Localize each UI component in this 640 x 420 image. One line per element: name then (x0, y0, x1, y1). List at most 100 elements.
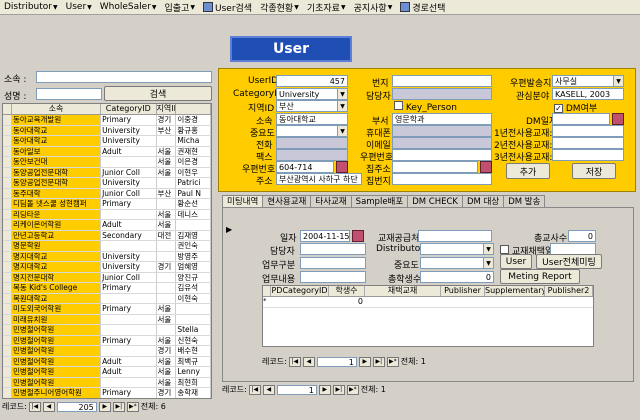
y1-field[interactable] (552, 125, 624, 137)
table-cell[interactable]: 민병철어학원 (11, 367, 102, 377)
subgrid-new-row[interactable]: * 0 (263, 297, 593, 308)
keyperson-checkbox[interactable] (394, 101, 403, 110)
menu-user[interactable]: User ▼ (62, 0, 96, 15)
table-cell[interactable]: 동아대학교 (11, 136, 102, 146)
table-cell[interactable]: 민병철주니어영어학원 (11, 388, 102, 398)
new-record-button[interactable]: ▶* (126, 401, 139, 412)
table-cell[interactable]: 민병철어학원 (11, 377, 102, 387)
zip-lookup-icon[interactable] (336, 161, 348, 173)
col-students[interactable]: 학생수 (329, 286, 365, 296)
table-cell[interactable]: 서울 (157, 220, 177, 230)
table-cell[interactable]: 민병철어학원 (11, 335, 102, 345)
table-row[interactable]: 목원대학교 이현숙 (3, 293, 211, 304)
table-cell[interactable]: 서울 (157, 367, 177, 377)
y2-field[interactable] (552, 137, 624, 149)
chevron-down-icon[interactable]: ▼ (337, 101, 347, 111)
table-cell[interactable]: 방영주 (176, 251, 211, 261)
table-cell[interactable] (101, 209, 157, 219)
sub-prev-button[interactable]: ◀ (302, 356, 315, 367)
table-cell[interactable]: Stella (176, 325, 211, 335)
table-cell[interactable]: 민병철어학원 (11, 346, 102, 356)
save-button[interactable]: 저장 (572, 163, 616, 179)
table-cell[interactable]: Adult (101, 367, 157, 377)
table-row[interactable]: 동주대학 Junior Coll 부산 Paul N (3, 188, 211, 199)
table-cell[interactable]: 명문학원 (11, 241, 102, 251)
table-cell[interactable]: 명지전문대학 (11, 272, 102, 282)
table-row[interactable]: 민병철어학원 Adult 서울 Lenny (3, 367, 211, 378)
table-cell[interactable]: Primary (101, 283, 157, 293)
chevron-down-icon[interactable]: ▼ (337, 126, 347, 136)
table-cell[interactable]: Micha (176, 136, 211, 146)
col-pdcategory[interactable]: PDCategoryID (271, 286, 329, 296)
table-cell[interactable] (101, 346, 157, 356)
table-cell[interactable]: 서울 (157, 146, 177, 156)
phone-field[interactable] (276, 137, 348, 149)
table-cell[interactable]: 동아대학교 (11, 125, 102, 135)
table-cell[interactable] (3, 283, 12, 293)
distributor-select[interactable]: ▼ (420, 243, 494, 255)
table-cell[interactable] (3, 157, 12, 167)
table-cell[interactable]: Primary (101, 399, 156, 400)
dmdate-field[interactable] (552, 113, 610, 125)
content-field[interactable] (300, 271, 366, 283)
userid-field[interactable]: 457 (276, 75, 348, 87)
meet-first-button[interactable]: |◀ (248, 384, 261, 395)
user-all-meeting-button[interactable]: User전체미팅 (536, 254, 602, 269)
menu-inout[interactable]: 입출고 ▼ (161, 0, 199, 15)
table-cell[interactable]: 서울 (157, 356, 177, 366)
table-cell[interactable]: 동아교육개발원 (11, 115, 102, 125)
table-row[interactable]: 동아대학교 University 부산 황규홍 (3, 125, 211, 136)
table-cell[interactable]: Paul N (176, 188, 211, 198)
table-row[interactable]: 미래유치원 서울 (3, 314, 211, 325)
name-search-input[interactable] (36, 88, 102, 100)
prev-record-button[interactable]: ◀ (42, 401, 55, 412)
search-button[interactable]: 검색 (104, 86, 212, 101)
table-row[interactable]: 만년고등학교 Secondary 대전 김재영 (3, 230, 211, 241)
table-cell[interactable] (3, 241, 12, 251)
table-cell[interactable] (3, 272, 12, 282)
table-cell[interactable]: 송학재 (176, 388, 211, 398)
table-cell[interactable]: 디딤돌 넷스쿨 성현캠퍼 (11, 199, 102, 209)
homezip-lookup-icon[interactable] (480, 161, 492, 173)
meet-record-input[interactable]: 1 (276, 384, 317, 395)
table-cell[interactable]: 데니스 (176, 209, 211, 219)
table-cell[interactable] (3, 388, 12, 398)
table-cell[interactable] (3, 230, 12, 240)
students-field[interactable]: 0 (420, 271, 494, 283)
table-cell[interactable]: 서울 (157, 167, 177, 177)
table-cell[interactable]: 서울 (157, 314, 177, 324)
zip-field[interactable]: 604-714 (276, 161, 334, 173)
table-cell[interactable]: Adult (101, 220, 157, 230)
table-cell[interactable] (3, 314, 12, 324)
table-row[interactable]: 목동 Kid's College Primary 김유석 (3, 283, 211, 294)
table-cell[interactable]: Junior Coll (101, 188, 157, 198)
table-cell[interactable]: 대전 (157, 230, 177, 240)
menu-wholesaler[interactable]: WholeSaler ▼ (96, 0, 161, 15)
table-cell[interactable]: 이은경 (176, 157, 211, 167)
table-cell[interactable] (3, 220, 12, 230)
table-cell[interactable]: 서울 (157, 304, 177, 314)
table-cell[interactable]: 권인숙 (176, 241, 211, 251)
col-region[interactable]: 지역ID (157, 104, 177, 114)
table-row[interactable]: 명지대학교 University 경기 엄혜영 (3, 262, 211, 273)
table-row[interactable]: HILLIA어린랜드Primary서울김분해 (3, 399, 211, 400)
menu-basedata[interactable]: 기초자료 ▼ (303, 0, 350, 15)
table-cell[interactable]: 명지대학교 (11, 262, 102, 272)
table-row[interactable]: 명지대학교 University 방영주 (3, 251, 211, 262)
col-publisher2[interactable]: Publisher2 (545, 286, 593, 296)
table-row[interactable]: 민병철어학원 Stella (3, 325, 211, 336)
table-cell[interactable]: University (101, 125, 157, 135)
table-cell[interactable]: 김분해 (176, 399, 211, 400)
table-cell[interactable] (3, 335, 12, 345)
table-cell[interactable]: 서울 (157, 399, 177, 400)
menu-notice[interactable]: 공지사항 ▼ (350, 0, 397, 15)
meeting-manager-field[interactable] (300, 243, 366, 255)
adoption-checkbox[interactable] (500, 245, 509, 254)
table-cell[interactable]: 서울 (157, 335, 177, 345)
zip2-field[interactable] (392, 149, 492, 161)
table-cell[interactable] (176, 304, 211, 314)
table-cell[interactable]: 김유석 (176, 283, 211, 293)
table-cell[interactable]: Junior Coll (101, 272, 157, 282)
table-cell[interactable]: HILLIA어린랜드 (12, 399, 101, 400)
table-cell[interactable]: University (101, 262, 157, 272)
